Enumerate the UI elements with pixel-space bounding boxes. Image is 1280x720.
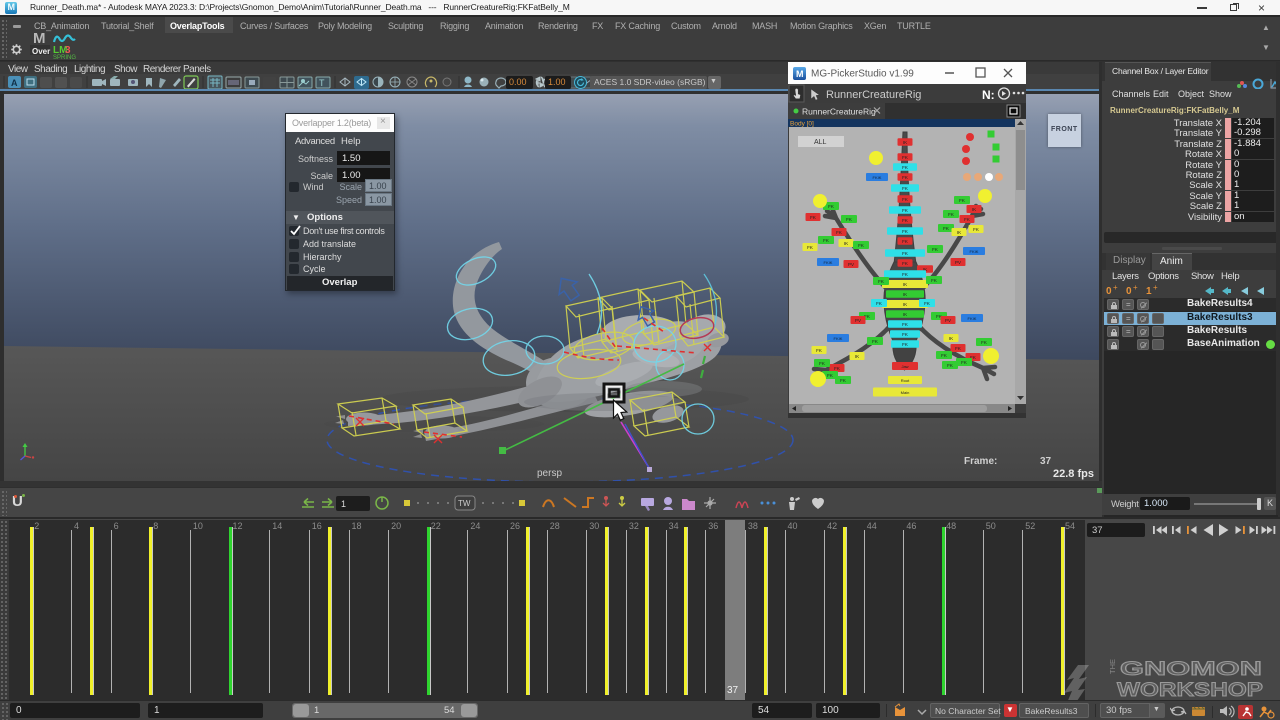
svg-text:FK: FK bbox=[973, 227, 979, 232]
svg-text:N:: N: bbox=[982, 88, 995, 102]
svg-text:T: T bbox=[319, 78, 325, 88]
svg-text:FK: FK bbox=[828, 204, 834, 209]
svg-text:FK: FK bbox=[931, 278, 937, 283]
svg-text:1: 1 bbox=[341, 499, 346, 509]
svg-text:Body [0]: Body [0] bbox=[790, 121, 814, 128]
svg-text:FK: FK bbox=[872, 339, 878, 344]
svg-text:MG-PickerStudio v1.99: MG-PickerStudio v1.99 bbox=[811, 69, 914, 80]
svg-text:FK: FK bbox=[858, 243, 864, 248]
svg-text:FKIK: FKIK bbox=[968, 316, 977, 321]
svg-text:RunnerCreatureRig: RunnerCreatureRig bbox=[802, 107, 876, 117]
svg-text:FKIK: FKIK bbox=[970, 249, 979, 254]
svg-text:IK: IK bbox=[957, 230, 961, 235]
svg-text:GNOMON: GNOMON bbox=[1120, 659, 1262, 680]
svg-text:FK: FK bbox=[902, 218, 908, 223]
svg-text:M: M bbox=[796, 69, 804, 79]
svg-text:FK: FK bbox=[955, 346, 961, 351]
svg-text:FK: FK bbox=[902, 239, 908, 244]
svg-text:FK: FK bbox=[836, 230, 842, 235]
svg-text:FK: FK bbox=[924, 301, 930, 306]
svg-text:FK: FK bbox=[810, 215, 816, 220]
svg-text:FK: FK bbox=[943, 226, 949, 231]
svg-text:IK: IK bbox=[949, 336, 953, 341]
svg-text:persp: persp bbox=[537, 468, 562, 479]
svg-text:FK: FK bbox=[961, 360, 967, 365]
svg-text:FK: FK bbox=[819, 361, 825, 366]
svg-text:FK: FK bbox=[827, 373, 833, 378]
svg-text:FK: FK bbox=[878, 279, 884, 284]
svg-text:+: + bbox=[1133, 283, 1138, 292]
svg-text:IK: IK bbox=[903, 292, 907, 297]
svg-text:FK: FK bbox=[941, 353, 947, 358]
svg-text:1: 1 bbox=[1146, 286, 1152, 297]
svg-text:IK: IK bbox=[903, 282, 907, 287]
svg-text:FK: FK bbox=[902, 261, 908, 266]
svg-text:PV: PV bbox=[848, 262, 854, 267]
svg-text:PV: PV bbox=[945, 318, 951, 323]
svg-text:0: 0 bbox=[1126, 286, 1132, 297]
svg-text:FK: FK bbox=[902, 197, 908, 202]
svg-text:PV: PV bbox=[955, 260, 961, 265]
svg-text:+: + bbox=[1113, 283, 1118, 292]
svg-text:IK: IK bbox=[844, 241, 848, 246]
svg-text:Main: Main bbox=[901, 390, 910, 395]
svg-text:FK: FK bbox=[902, 322, 908, 327]
svg-text:FK: FK bbox=[981, 340, 987, 345]
svg-text:FK: FK bbox=[902, 229, 908, 234]
svg-text:FK: FK bbox=[846, 217, 852, 222]
svg-text:FK: FK bbox=[964, 217, 970, 222]
svg-text:37: 37 bbox=[1040, 456, 1052, 467]
svg-text:IK: IK bbox=[903, 140, 907, 145]
svg-text:FK: FK bbox=[902, 186, 908, 191]
svg-text:FK: FK bbox=[902, 155, 908, 160]
svg-text:FK: FK bbox=[902, 332, 908, 337]
svg-text:FK: FK bbox=[840, 378, 846, 383]
svg-text:Jaw: Jaw bbox=[901, 364, 908, 369]
svg-text:IK: IK bbox=[855, 354, 859, 359]
svg-text:PV: PV bbox=[855, 318, 861, 323]
svg-text:FK: FK bbox=[959, 198, 965, 203]
svg-text:FK: FK bbox=[902, 175, 908, 180]
svg-text:FKIK: FKIK bbox=[873, 175, 882, 180]
svg-text:IK: IK bbox=[903, 302, 907, 307]
svg-text:FK: FK bbox=[902, 208, 908, 213]
svg-text:FK: FK bbox=[816, 348, 822, 353]
svg-text:A: A bbox=[11, 78, 18, 88]
svg-text:FK: FK bbox=[902, 251, 908, 256]
svg-text:RunnerCreatureRig: RunnerCreatureRig bbox=[826, 89, 921, 101]
svg-text:FK: FK bbox=[947, 363, 953, 368]
svg-text:TW: TW bbox=[458, 499, 471, 508]
svg-text:FKIK: FKIK bbox=[824, 260, 833, 265]
svg-text:Root: Root bbox=[901, 378, 910, 383]
svg-text:ALL: ALL bbox=[814, 139, 827, 146]
svg-text:FKIK: FKIK bbox=[834, 336, 843, 341]
svg-text:IK: IK bbox=[903, 312, 907, 317]
svg-text:Frame:: Frame: bbox=[964, 456, 997, 467]
svg-text:WORKSHOP: WORKSHOP bbox=[1117, 680, 1263, 700]
svg-text:0: 0 bbox=[1106, 286, 1112, 297]
svg-text:+: + bbox=[1153, 283, 1158, 292]
svg-text:22.8 fps: 22.8 fps bbox=[1053, 468, 1094, 480]
svg-text:FK: FK bbox=[823, 238, 829, 243]
svg-text:SPRING: SPRING bbox=[53, 55, 76, 60]
svg-text:FK: FK bbox=[807, 245, 813, 250]
svg-text:FK: FK bbox=[902, 165, 908, 170]
svg-text:FK: FK bbox=[932, 247, 938, 252]
svg-text:FK: FK bbox=[902, 342, 908, 347]
svg-text:IK: IK bbox=[972, 207, 976, 212]
svg-text:FK: FK bbox=[948, 212, 954, 217]
svg-text:FK: FK bbox=[876, 301, 882, 306]
svg-text:FK: FK bbox=[834, 366, 840, 371]
svg-text:FK: FK bbox=[902, 272, 908, 277]
svg-text:THE: THE bbox=[1108, 659, 1117, 674]
